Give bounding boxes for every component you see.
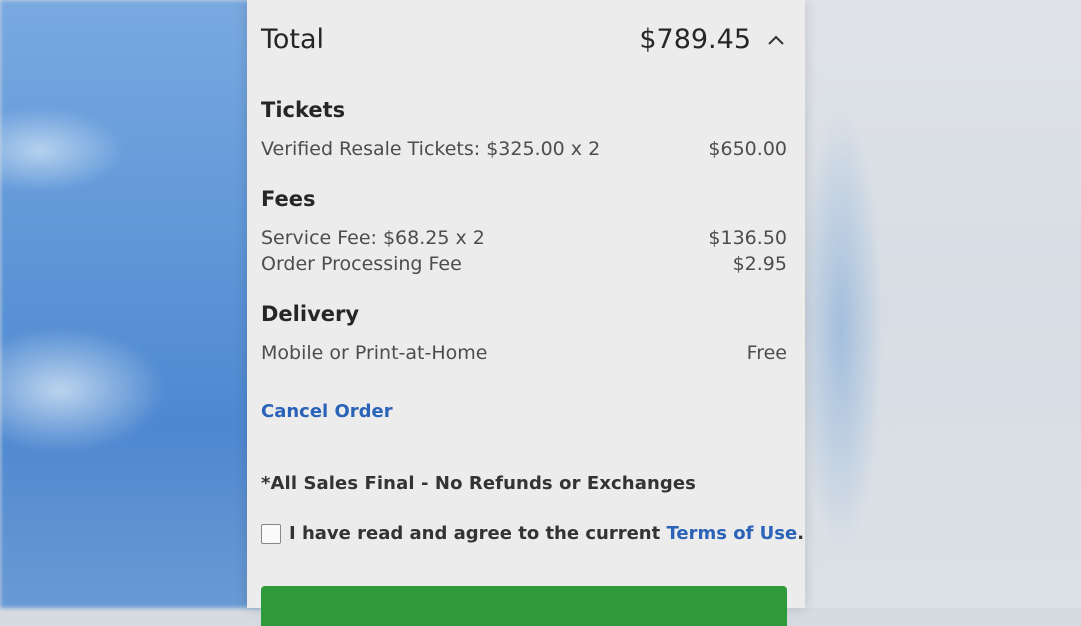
total-header[interactable]: $789.45 (639, 24, 787, 55)
tickets-heading: Tickets (261, 98, 346, 122)
delivery-heading: Delivery (261, 302, 360, 326)
fee-label: Service Fee: $68.25 x 2 (261, 227, 485, 249)
total-amount: $789.45 (639, 24, 751, 55)
sales-final-note: *All Sales Final - No Refunds or Exchang… (261, 473, 696, 494)
delivery-cost: Free (746, 342, 787, 364)
terms-agreement: I have read and agree to the current Ter… (261, 523, 804, 544)
agree-checkbox[interactable] (261, 523, 281, 544)
agree-suffix: . (797, 523, 805, 544)
place-order-button[interactable] (261, 586, 787, 626)
total-label: Total (261, 24, 325, 55)
fee-row: Order Processing Fee $2.95 (261, 253, 787, 275)
delivery-line: Mobile or Print-at-Home Free (261, 342, 787, 364)
order-summary-panel: Total $789.45 Tickets Verified Resale Ti… (247, 0, 805, 626)
fee-amount: $136.50 (708, 227, 787, 249)
cancel-order-link[interactable]: Cancel Order (261, 401, 393, 422)
background-blur-right (801, 0, 1081, 608)
delivery-method: Mobile or Print-at-Home (261, 342, 488, 364)
agree-text: I have read and agree to the current Ter… (289, 523, 804, 544)
fee-row: Service Fee: $68.25 x 2 $136.50 (261, 227, 787, 249)
agree-label: I have read and agree to the current (289, 523, 661, 544)
terms-of-use-link[interactable]: Terms of Use (667, 523, 798, 544)
fee-amount: $2.95 (732, 253, 787, 275)
tickets-line: Verified Resale Tickets: $325.00 x 2 $65… (261, 138, 787, 160)
fee-label: Order Processing Fee (261, 253, 462, 275)
background-blur-left (0, 0, 260, 608)
tickets-line-amount: $650.00 (708, 138, 787, 160)
fees-heading: Fees (261, 187, 316, 211)
chevron-up-icon[interactable] (765, 29, 787, 51)
tickets-line-label: Verified Resale Tickets: $325.00 x 2 (261, 138, 601, 160)
